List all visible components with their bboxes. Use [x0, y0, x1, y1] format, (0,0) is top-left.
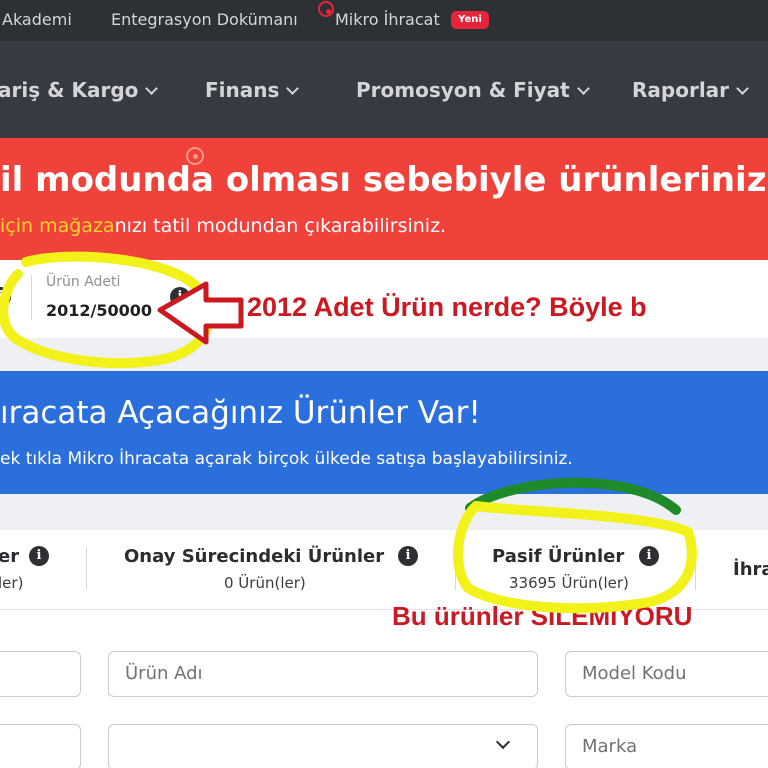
product-name-input[interactable]: Ürün Adı — [108, 651, 538, 697]
store-link[interactable]: için mağaza — [0, 215, 115, 237]
brand-input[interactable]: Marka — [565, 724, 768, 768]
category-select[interactable] — [108, 724, 538, 768]
top-link-akademi[interactable]: Akademi — [2, 10, 72, 29]
brand-placeholder: Marka — [582, 736, 638, 757]
annotation-where-products: 2012 Adet Ürün nerde? Böyle b — [247, 292, 647, 322]
info-icon[interactable]: i — [639, 546, 659, 566]
top-link-integration-docs[interactable]: Entegrasyon Dokümanı — [111, 10, 298, 29]
nav-item-label: Finans — [205, 78, 280, 102]
info-icon[interactable]: i — [170, 287, 190, 307]
model-code-input[interactable]: Model Kodu — [565, 651, 768, 697]
chevron-down-icon — [576, 82, 590, 95]
vacation-banner-title: il modunda olması sebebiyle ürünleriniz … — [0, 160, 768, 200]
chevron-down-icon — [286, 82, 300, 95]
model-code-placeholder: Model Kodu — [582, 663, 687, 684]
nav-item-finance[interactable]: Finans — [205, 78, 300, 102]
info-icon[interactable]: i — [398, 546, 418, 566]
export-banner-subtitle: ek tıkla Mikro İhracata açarak birçok ül… — [0, 449, 573, 469]
tab-on-sale-title[interactable]: er — [0, 546, 19, 567]
vacation-banner-subtitle: için mağazanızı tatil modundan çıkarabil… — [0, 215, 446, 237]
nav-item-label: Promosyon & Fiyat — [356, 78, 570, 102]
top-link-micro-export[interactable]: Mikro İhracat — [335, 10, 440, 29]
chevron-down-icon — [495, 734, 511, 750]
notification-dot-icon — [318, 1, 334, 17]
chevron-down-icon — [145, 82, 159, 95]
tab-export-title[interactable]: İhra — [733, 559, 768, 580]
tab-passive-count: 33695 Ürün(ler) — [509, 574, 629, 592]
tab-divider — [455, 548, 456, 590]
vacation-mode-banner: il modunda olması sebebiyle ürünleriniz … — [0, 138, 768, 260]
section-gap — [0, 338, 768, 371]
tab-passive-title[interactable]: Pasif Ürünler — [492, 546, 624, 567]
main-nav: ariş & Kargo Finans Promosyon & Fiyat Ra… — [0, 42, 768, 138]
tab-divider — [695, 548, 696, 590]
info-icon[interactable]: i — [29, 546, 49, 566]
annotation-cannot-delete: Bu ürünler SİLEMİYORU — [392, 601, 693, 631]
chevron-down-icon — [736, 82, 749, 95]
vacation-banner-subtitle-rest: nızı tatil modundan çıkarabilirsiniz. — [114, 215, 447, 237]
tab-on-sale-count: ler) — [0, 574, 24, 592]
filter-input[interactable] — [0, 724, 81, 768]
nav-item-label: Raporlar — [632, 78, 730, 102]
export-banner: ıracata Açacağınız Ürünler Var! ek tıkla… — [0, 371, 768, 494]
tab-divider — [86, 548, 87, 590]
tab-pending-approval-count: 0 Ürün(ler) — [224, 574, 306, 592]
product-count-value: 2012/50000 — [46, 301, 153, 320]
product-count-label: Ürün Adeti — [46, 274, 121, 290]
product-name-placeholder: Ürün Adı — [125, 663, 203, 684]
section-gap — [0, 494, 768, 530]
tab-pending-approval-title[interactable]: Onay Sürecindeki Ürünler — [124, 546, 384, 567]
count-divider — [31, 275, 32, 320]
nav-item-reports[interactable]: Raporlar — [632, 78, 749, 102]
nav-item-shipping[interactable]: ariş & Kargo — [0, 78, 159, 102]
product-status-tabs — [0, 530, 768, 610]
top-bar: Akademi Entegrasyon Dokümanı Mikro İhrac… — [0, 0, 768, 42]
export-banner-title: ıracata Açacağınız Ürünler Var! — [0, 395, 481, 431]
nav-item-label: ariş & Kargo — [0, 78, 139, 102]
new-badge: Yeni — [451, 11, 489, 29]
nav-item-promotion-price[interactable]: Promosyon & Fiyat — [356, 78, 590, 102]
barcode-input[interactable] — [0, 651, 81, 697]
